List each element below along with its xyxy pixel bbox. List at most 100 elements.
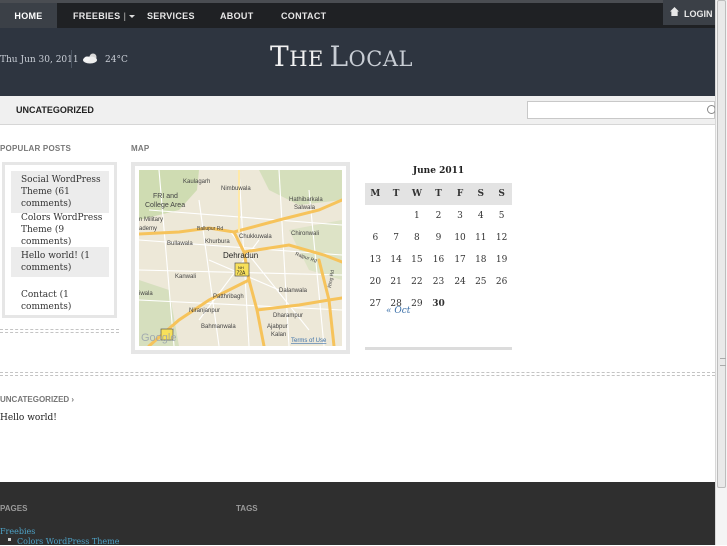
calendar-day: 12 bbox=[495, 233, 508, 243]
map-label: Kanwali bbox=[175, 274, 196, 280]
popular-post-link[interactable]: Contact (1 comments) bbox=[21, 290, 71, 312]
popular-posts-title: POPULAR POSTS bbox=[0, 144, 72, 153]
calendar-prev-link[interactable]: « Oct bbox=[386, 306, 410, 316]
map-label: Chukkuwala bbox=[239, 234, 272, 240]
map-label: Ballupur Rd bbox=[197, 226, 223, 232]
logo-local-initial: L bbox=[329, 40, 349, 73]
login-button[interactable]: LOGIN bbox=[663, 0, 715, 25]
popular-post-link[interactable]: Social WordPress Theme (61 comments) bbox=[21, 175, 101, 209]
nav-about-label: ABOUT bbox=[220, 11, 254, 21]
site-footer: PAGES TAGS Freebies Colors WordPress The… bbox=[0, 482, 715, 546]
nav-home[interactable]: HOME bbox=[0, 3, 57, 28]
calendar-day: 13 bbox=[369, 255, 382, 265]
map-label: Niranjanpur bbox=[189, 308, 220, 314]
calendar-week-row: 20 21 22 23 24 25 26 bbox=[365, 271, 512, 293]
map-label: Ajabpur bbox=[267, 324, 288, 330]
content-divider bbox=[0, 372, 715, 376]
calendar-day: 23 bbox=[432, 277, 445, 287]
calendar-day-today: 30 bbox=[432, 299, 445, 309]
calendar-weekday: M bbox=[365, 183, 386, 205]
map-label: Khurbura bbox=[205, 239, 230, 245]
nav-freebies[interactable]: FREEBIES | bbox=[73, 3, 136, 28]
map-label: iwala bbox=[139, 291, 153, 297]
map-label: Kalan bbox=[271, 332, 286, 338]
calendar-weekday: T bbox=[385, 183, 407, 205]
post-title-link[interactable]: Hello world! bbox=[0, 413, 57, 423]
nav-separator: | bbox=[123, 11, 127, 21]
calendar-day: 24 bbox=[454, 277, 466, 287]
calendar-day: 3 bbox=[457, 211, 463, 221]
nav-about[interactable]: ABOUT bbox=[220, 3, 254, 28]
google-logo: Google bbox=[141, 332, 176, 344]
calendar-weekday: W bbox=[406, 183, 428, 205]
nav-services[interactable]: SERVICES bbox=[147, 3, 195, 28]
header-temperature: 24°C bbox=[105, 55, 128, 65]
calendar-day: 6 bbox=[372, 233, 379, 243]
map-label: Bahmanwala bbox=[201, 324, 236, 330]
popular-post-item[interactable]: Social WordPress Theme (61 comments) bbox=[11, 171, 109, 213]
calendar-day: 7 bbox=[393, 233, 399, 243]
post-category-link[interactable]: UNCATEGORIZED › bbox=[0, 395, 74, 404]
map-label: Bullawala bbox=[167, 241, 193, 247]
calendar-day bbox=[470, 293, 491, 315]
map-label: NH bbox=[238, 265, 244, 270]
search-input[interactable] bbox=[531, 106, 705, 122]
calendar-day: 26 bbox=[495, 277, 508, 287]
home-icon bbox=[670, 7, 679, 16]
calendar-week-row: 13 14 15 16 17 18 19 bbox=[365, 249, 512, 271]
bullet-icon bbox=[8, 538, 11, 541]
vertical-scrollbar[interactable] bbox=[715, 0, 727, 545]
map-label: 72A bbox=[237, 271, 247, 277]
calendar-week-row: 1 2 3 4 5 bbox=[365, 205, 512, 227]
map-label: Patthribagh bbox=[213, 294, 244, 300]
map-label: Chironwali bbox=[291, 231, 319, 237]
popular-post-item[interactable]: Contact (1 comments) bbox=[11, 286, 109, 316]
map-label: Salwala bbox=[294, 205, 316, 211]
popular-post-link[interactable]: Colors WordPress Theme (9 comments) bbox=[21, 213, 102, 247]
map-label: n Military bbox=[139, 217, 163, 223]
map-label: Kaulagarh bbox=[183, 179, 210, 185]
calendar-divider bbox=[365, 347, 512, 350]
popular-post-item[interactable]: Colors WordPress Theme (9 comments) bbox=[11, 209, 109, 251]
popular-post-link[interactable]: Hello world! (1 comments) bbox=[21, 251, 90, 273]
nav-services-label: SERVICES bbox=[147, 11, 195, 21]
calendar-weekday-row: M T W T F S S bbox=[365, 183, 512, 205]
calendar-weekday: T bbox=[427, 183, 450, 205]
calendar-day: 16 bbox=[432, 255, 445, 265]
calendar-day: 18 bbox=[475, 255, 487, 265]
popular-posts-box: Social WordPress Theme (61 comments) Col… bbox=[2, 162, 117, 318]
top-navigation: HOME FREEBIES | SERVICES ABOUT CONTACT bbox=[0, 0, 715, 28]
login-label: LOGIN bbox=[684, 9, 713, 19]
cloud-sun-icon bbox=[83, 53, 97, 64]
calendar-weekday: S bbox=[470, 183, 492, 205]
nav-contact[interactable]: CONTACT bbox=[281, 3, 326, 28]
calendar-day: 5 bbox=[498, 211, 505, 221]
category-bar: UNCATEGORIZED bbox=[0, 96, 716, 125]
calendar-day: 15 bbox=[411, 255, 423, 265]
scrollbar-thumb[interactable] bbox=[717, 0, 726, 488]
footer-pages-title: PAGES bbox=[0, 504, 28, 513]
map-label: Dehradun bbox=[223, 251, 258, 260]
map-terms-link[interactable]: Terms of Use bbox=[291, 338, 327, 344]
site-logo[interactable]: THE LOCAL bbox=[270, 40, 413, 73]
logo-local-rest: OCAL bbox=[348, 47, 413, 71]
calendar-day: 19 bbox=[495, 255, 508, 265]
site-header: Thu Jun 30, 2011 24°C THE LOCAL bbox=[0, 28, 715, 96]
calendar-day: 17 bbox=[454, 255, 466, 265]
map-label: Nimbuwala bbox=[221, 186, 251, 192]
popular-post-item[interactable]: Hello world! (1 comments) bbox=[11, 247, 109, 277]
calendar-day: 8 bbox=[414, 233, 420, 243]
map-label: Dharampur bbox=[273, 313, 303, 319]
map-label: FRI and bbox=[153, 193, 178, 200]
map-label: Dalanwala bbox=[279, 288, 308, 294]
calendar-day: 2 bbox=[435, 211, 442, 221]
map-view[interactable]: Kaulagarh Nimbuwala FRI and College Area… bbox=[139, 170, 342, 346]
calendar-day bbox=[386, 205, 407, 227]
calendar-day: 11 bbox=[475, 233, 487, 243]
footer-tags-title: TAGS bbox=[236, 504, 258, 513]
map-label: College Area bbox=[145, 202, 185, 209]
map-label: ademy bbox=[139, 226, 157, 232]
footer-page-link[interactable]: Freebies bbox=[0, 527, 35, 536]
calendar-day: 22 bbox=[411, 277, 423, 287]
logo-the-initial: T bbox=[270, 40, 290, 73]
